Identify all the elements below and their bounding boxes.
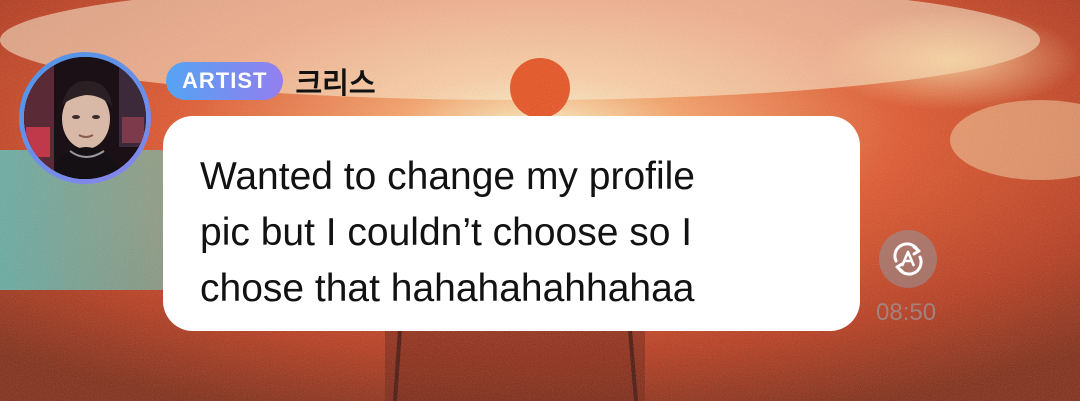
sender-row: ARTIST 크리스 bbox=[166, 61, 376, 101]
message-bubble[interactable]: Wanted to change my profile pic but I co… bbox=[163, 116, 860, 331]
translate-button[interactable] bbox=[879, 230, 937, 288]
artist-badge: ARTIST bbox=[166, 62, 284, 100]
translate-icon bbox=[893, 242, 923, 276]
profile-photo bbox=[24, 57, 146, 179]
sender-name[interactable]: 크리스 bbox=[295, 60, 375, 102]
avatar[interactable] bbox=[19, 52, 151, 184]
message-timestamp: 08:50 bbox=[876, 299, 937, 326]
message-text: Wanted to change my profile pic but I co… bbox=[200, 155, 695, 310]
